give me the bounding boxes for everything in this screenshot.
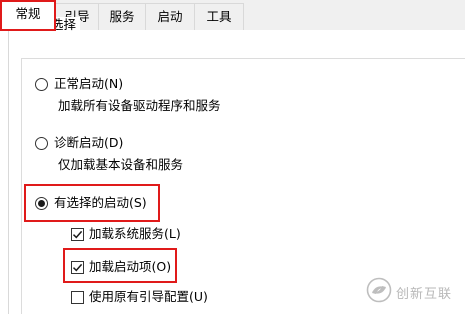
checkbox-checked-icon xyxy=(71,227,84,241)
use-original-boot-config-label: 使用原有引导配置(U) xyxy=(89,289,208,304)
watermark-text: 创新互联 xyxy=(396,286,453,302)
radio-selected-icon xyxy=(35,196,48,210)
diagnostic-startup-radio[interactable]: 诊断启动(D) xyxy=(35,135,123,151)
selective-startup-radio[interactable]: 有选择的启动(S) xyxy=(35,195,147,211)
normal-startup-label: 正常启动(N) xyxy=(54,76,124,91)
normal-startup-description: 加载所有设备驱动程序和服务 xyxy=(58,98,221,113)
selective-startup-label: 有选择的启动(S) xyxy=(54,195,147,210)
load-system-services-checkbox[interactable]: 加载系统服务(L) xyxy=(71,226,181,242)
system-configuration-window: 常规 引导 服务 启动 工具 启动选择 正常启动(N) 加载所有设备驱动程序和服… xyxy=(0,0,465,314)
swirl-logo-icon xyxy=(366,277,392,307)
diagnostic-startup-description: 仅加载基本设备和服务 xyxy=(58,157,184,172)
tab-startup[interactable]: 启动 xyxy=(145,3,195,30)
tab-startup-label: 启动 xyxy=(157,9,183,24)
normal-startup-radio[interactable]: 正常启动(N) xyxy=(35,76,123,92)
checkbox-unchecked-icon xyxy=(71,290,84,304)
checkbox-checked-icon xyxy=(71,260,84,274)
use-original-boot-config-checkbox[interactable]: 使用原有引导配置(U) xyxy=(71,289,208,305)
load-system-services-label: 加载系统服务(L) xyxy=(89,226,181,241)
watermark: 创新互联 xyxy=(366,276,465,308)
tab-tools[interactable]: 工具 xyxy=(194,3,244,30)
tab-general[interactable]: 常规 xyxy=(0,0,56,31)
tab-general-label: 常规 xyxy=(15,6,41,21)
radio-dot xyxy=(38,199,45,207)
tab-services-label: 服务 xyxy=(109,9,135,24)
load-startup-items-label: 加载启动项(O) xyxy=(89,259,172,274)
tab-tools-label: 工具 xyxy=(206,9,232,24)
radio-unselected-icon xyxy=(35,77,48,91)
load-startup-items-checkbox[interactable]: 加载启动项(O) xyxy=(71,259,171,275)
diagnostic-startup-label: 诊断启动(D) xyxy=(54,135,124,150)
tab-services[interactable]: 服务 xyxy=(98,3,146,30)
radio-unselected-icon xyxy=(35,136,48,150)
